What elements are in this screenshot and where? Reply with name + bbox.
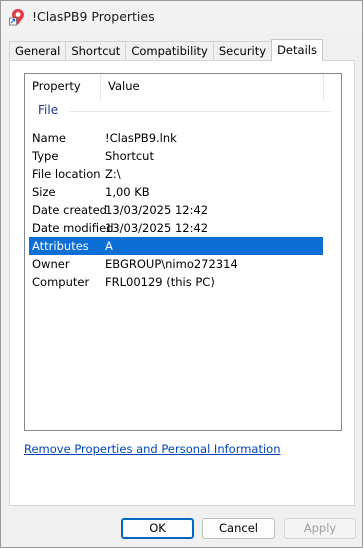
column-divider: [323, 74, 324, 100]
property-value: 1,00 KB: [105, 185, 150, 199]
details-panel: Property Value File Name !ClasPB9.lnk Ty…: [9, 60, 355, 506]
list-item[interactable]: Name !ClasPB9.lnk: [29, 129, 323, 147]
app-shortcut-icon: [9, 9, 24, 26]
property-name: Date created: [32, 203, 107, 217]
apply-button[interactable]: Apply: [284, 518, 356, 539]
property-name: Type: [32, 149, 59, 163]
property-name: File location: [32, 167, 101, 181]
property-name: Date modified: [32, 221, 114, 235]
list-item[interactable]: Computer FRL00129 (this PC): [29, 273, 323, 291]
property-value: 13/03/2025 12:42: [105, 203, 209, 217]
ok-button[interactable]: OK: [121, 518, 194, 539]
property-value: !ClasPB9.lnk: [105, 131, 177, 145]
property-name: Computer: [32, 275, 90, 289]
group-divider: [69, 111, 331, 112]
remove-properties-link[interactable]: Remove Properties and Personal Informati…: [24, 442, 281, 456]
tab-compatibility[interactable]: Compatibility: [125, 41, 214, 61]
property-value: A: [105, 239, 113, 253]
properties-window: !ClasPB9 Properties General Shortcut Com…: [0, 0, 363, 548]
list-item[interactable]: Owner EBGROUP\nimo272314: [29, 255, 323, 273]
property-name: Name: [32, 131, 66, 145]
details-list[interactable]: Property Value File Name !ClasPB9.lnk Ty…: [24, 73, 342, 431]
group-header-file: File: [38, 103, 59, 117]
property-value: 13/03/2025 12:42: [105, 221, 209, 235]
cancel-button[interactable]: Cancel: [202, 518, 275, 539]
list-item[interactable]: File location Z:\: [29, 165, 323, 183]
tab-details[interactable]: Details: [271, 39, 323, 61]
list-item[interactable]: Date modified 13/03/2025 12:42: [29, 219, 323, 237]
list-item-selected[interactable]: Attributes A: [29, 237, 323, 255]
list-header: Property Value: [25, 74, 341, 100]
window-title: !ClasPB9 Properties: [32, 9, 155, 24]
property-name: Size: [32, 185, 56, 199]
tab-strip: General Shortcut Compatibility Security …: [9, 39, 323, 61]
column-header-value[interactable]: Value: [100, 74, 323, 100]
tab-security[interactable]: Security: [212, 41, 273, 61]
list-item[interactable]: Type Shortcut: [29, 147, 323, 165]
property-value: EBGROUP\nimo272314: [105, 257, 238, 271]
property-name: Owner: [32, 257, 70, 271]
column-header-property[interactable]: Property: [25, 74, 100, 100]
property-value: FRL00129 (this PC): [105, 275, 215, 289]
property-name: Attributes: [32, 239, 89, 253]
tab-general[interactable]: General: [9, 41, 67, 61]
property-value: Shortcut: [105, 149, 154, 163]
tab-shortcut[interactable]: Shortcut: [65, 41, 127, 61]
title-bar[interactable]: !ClasPB9 Properties: [1, 1, 362, 33]
list-item[interactable]: Size 1,00 KB: [29, 183, 323, 201]
property-value: Z:\: [105, 167, 121, 181]
list-item[interactable]: Date created 13/03/2025 12:42: [29, 201, 323, 219]
